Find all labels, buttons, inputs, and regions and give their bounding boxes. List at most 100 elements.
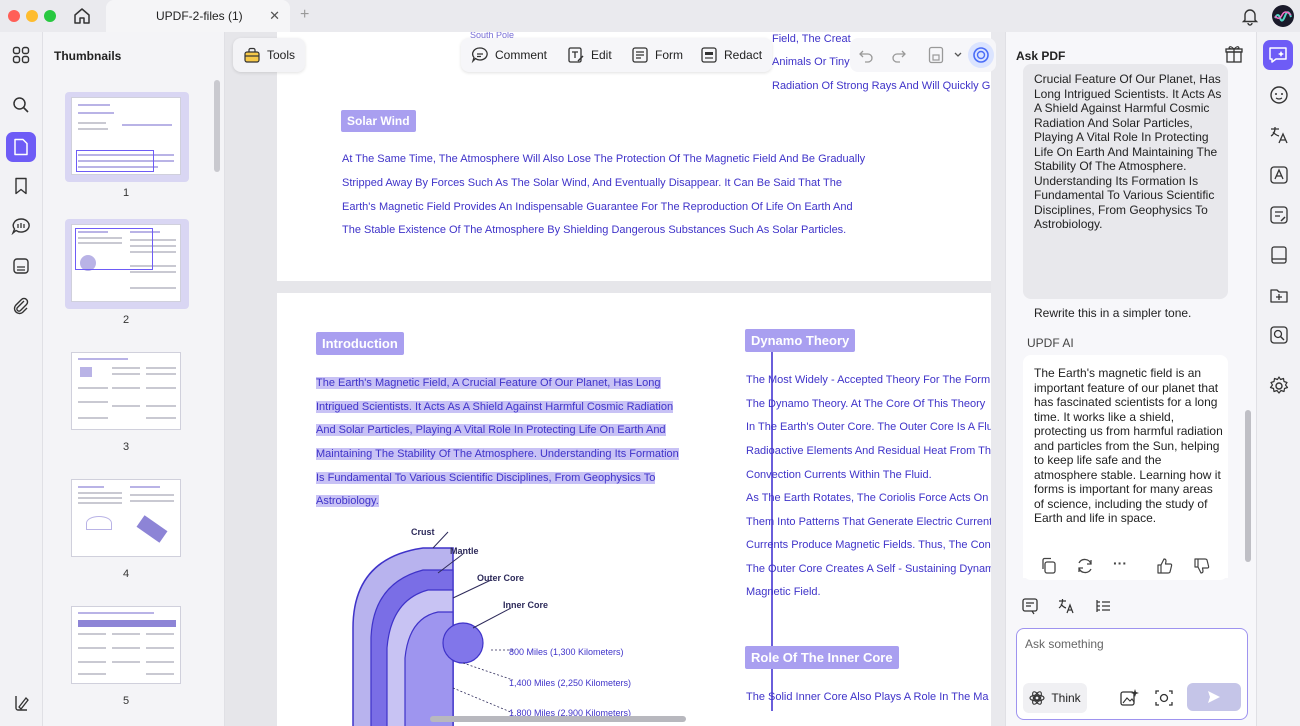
edit-label: Edit bbox=[591, 48, 612, 62]
history-toolbar bbox=[850, 38, 996, 72]
thumbnail-number: 3 bbox=[122, 441, 130, 453]
outer-core-label: Outer Core bbox=[477, 573, 525, 583]
screenshot-icon[interactable] bbox=[1154, 688, 1174, 708]
window-minimize-button[interactable] bbox=[26, 10, 38, 22]
thumbs-up-icon[interactable] bbox=[1155, 556, 1175, 576]
comments-icon[interactable] bbox=[10, 215, 32, 237]
page-text-line: The Most Widely - Accepted Theory For Th… bbox=[746, 374, 991, 386]
attachment-icon[interactable] bbox=[10, 295, 32, 317]
ask-input[interactable] bbox=[1025, 637, 1235, 651]
highlighted-text-line[interactable]: Is Fundamental To Various Scientific Dis… bbox=[316, 472, 656, 484]
tools-button[interactable]: Tools bbox=[233, 38, 305, 72]
page-text-line: Earth's Magnetic Field Provides An Indis… bbox=[342, 201, 853, 213]
thumbnail-page-3[interactable] bbox=[65, 347, 189, 437]
window-close-button[interactable] bbox=[8, 10, 20, 22]
thumbnail-page-5[interactable] bbox=[65, 601, 189, 691]
comment-icon bbox=[471, 47, 488, 64]
redo-icon[interactable] bbox=[891, 47, 907, 63]
document-vertical-scrollbar[interactable] bbox=[991, 32, 1005, 726]
document-horizontal-scrollbar[interactable] bbox=[430, 716, 686, 722]
left-tool-rail bbox=[0, 32, 43, 726]
chevron-down-icon[interactable] bbox=[954, 52, 962, 58]
redact-icon bbox=[701, 47, 717, 63]
highlighted-text-line[interactable]: And Solar Particles, Playing A Vital Rol… bbox=[316, 424, 666, 436]
layers-icon[interactable] bbox=[10, 692, 32, 714]
highlighted-text-line[interactable]: Maintaining The Stability Of The Atmosph… bbox=[316, 448, 679, 460]
regenerate-icon[interactable] bbox=[1075, 556, 1095, 576]
thumbnail-page-4[interactable] bbox=[65, 474, 189, 564]
edit-button[interactable]: Edit bbox=[567, 46, 612, 64]
user-message-text: Crucial Feature Of Our Planet, Has Long … bbox=[1034, 72, 1222, 231]
earth-layers-diagram bbox=[352, 531, 514, 726]
avatar[interactable] bbox=[1272, 5, 1294, 27]
more-options-icon[interactable]: ··· bbox=[1113, 555, 1127, 571]
new-tab-button[interactable]: + bbox=[300, 6, 309, 24]
ai-message-actions: ··· bbox=[1023, 554, 1228, 578]
dimension-label: 800 Miles (1,300 Kilometers) bbox=[509, 647, 624, 657]
dynamo-theory-heading: Dynamo Theory bbox=[745, 329, 856, 352]
reader-icon[interactable] bbox=[1268, 244, 1290, 266]
form-label: Form bbox=[655, 48, 683, 62]
thumbs-down-icon[interactable] bbox=[1192, 556, 1212, 576]
thumbnail-page-1[interactable] bbox=[65, 92, 189, 182]
user-instruction-text: Rewrite this in a simpler tone. bbox=[1034, 306, 1192, 320]
highlighted-text-line[interactable]: Astrobiology. bbox=[316, 495, 379, 507]
folder-add-icon[interactable] bbox=[1268, 284, 1290, 306]
ai-message-text: The Earth's magnetic field is an importa… bbox=[1034, 366, 1223, 525]
page-text-line: Radioactive Elements And Residual Heat F… bbox=[746, 445, 991, 457]
home-icon[interactable] bbox=[72, 6, 92, 26]
translate-icon[interactable] bbox=[1268, 124, 1290, 146]
page-text-line: The Outer Core Creates A Self - Sustaini… bbox=[746, 563, 995, 575]
window-zoom-button[interactable] bbox=[44, 10, 56, 22]
stamp-icon[interactable] bbox=[10, 255, 32, 277]
copy-icon[interactable] bbox=[1039, 556, 1059, 576]
search-document-icon[interactable] bbox=[1268, 324, 1290, 346]
thumbnail-number: 4 bbox=[122, 568, 130, 580]
gear-icon[interactable] bbox=[1268, 375, 1290, 397]
think-icon bbox=[1029, 691, 1045, 705]
redact-label: Redact bbox=[724, 48, 763, 62]
crust-label: Crust bbox=[411, 527, 435, 537]
ai-chat-icon[interactable] bbox=[1268, 84, 1290, 106]
thumbnails-scrollbar[interactable] bbox=[214, 80, 220, 172]
redact-button[interactable]: Redact bbox=[700, 46, 762, 64]
page-text-line: Animals Or Tiny bbox=[772, 56, 850, 68]
highlighted-text-line[interactable]: Intrigued Scientists. It Acts As A Shiel… bbox=[316, 401, 674, 413]
summarize-prompt-icon[interactable] bbox=[1018, 594, 1042, 618]
ai-message-bubble: The Earth's magnetic field is an importa… bbox=[1023, 355, 1228, 580]
gift-icon[interactable] bbox=[1224, 44, 1244, 64]
ocr-icon[interactable] bbox=[1268, 164, 1290, 186]
outline-prompt-icon[interactable] bbox=[1091, 594, 1115, 618]
inner-core-heading: Role Of The Inner Core bbox=[745, 646, 899, 669]
translate-prompt-icon[interactable] bbox=[1054, 594, 1078, 618]
send-button[interactable] bbox=[1187, 683, 1241, 711]
thumbnail-number: 2 bbox=[122, 314, 130, 326]
chat-scrollbar[interactable] bbox=[1245, 410, 1251, 562]
comment-button[interactable]: Comment bbox=[471, 46, 547, 64]
undo-icon[interactable] bbox=[858, 47, 874, 63]
document-viewer: South Pole Field, The Creat Animals Or T… bbox=[225, 32, 1005, 726]
ai-sender-label: UPDF AI bbox=[1027, 336, 1074, 350]
save-icon[interactable] bbox=[928, 46, 944, 64]
page-text-line: Currents Produce Magnetic Fields. Thus, … bbox=[746, 539, 991, 551]
page-thumbnails-icon[interactable] bbox=[6, 132, 36, 162]
thumbnail-preview bbox=[71, 352, 181, 430]
bookmark-icon[interactable] bbox=[10, 175, 32, 197]
form-fill-icon[interactable] bbox=[1268, 204, 1290, 226]
grid-icon[interactable] bbox=[10, 44, 32, 66]
bell-icon[interactable] bbox=[1241, 6, 1259, 26]
highlighted-text-line[interactable]: The Earth's Magnetic Field, A Crucial Fe… bbox=[316, 377, 661, 389]
form-button[interactable]: Form bbox=[631, 46, 683, 64]
close-tab-icon[interactable]: ✕ bbox=[269, 8, 280, 24]
page-text-line: The Solid Inner Core Also Plays A Role I… bbox=[746, 691, 989, 703]
thumbnail-page-2[interactable] bbox=[65, 219, 189, 309]
ask-pdf-chat-icon[interactable] bbox=[1263, 40, 1293, 70]
dimension-label: 1,400 Miles (2,250 Kilometers) bbox=[509, 678, 632, 688]
document-tab[interactable]: UPDF-2-files (1) ✕ bbox=[106, 0, 290, 32]
think-toggle-button[interactable]: Think bbox=[1023, 683, 1087, 713]
page-text-line: In The Earth's Outer Core. The Outer Cor… bbox=[746, 421, 993, 433]
form-icon bbox=[632, 47, 648, 63]
search-icon[interactable] bbox=[10, 94, 32, 116]
image-generate-icon[interactable] bbox=[1119, 688, 1139, 708]
ai-assistant-icon[interactable] bbox=[968, 42, 994, 68]
